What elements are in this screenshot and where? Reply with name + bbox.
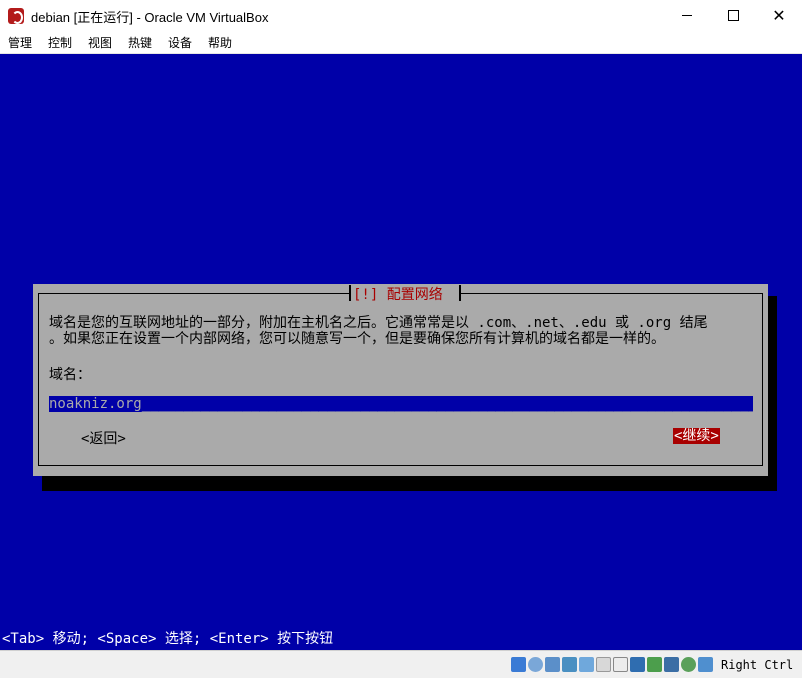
keyboard-help-line: <Tab> 移动; <Space> 选择; <Enter> 按下按钮 [2,631,334,647]
host-key-label: Right Ctrl [721,658,794,672]
domain-field-label: 域名： [49,367,91,383]
status-bar: Right Ctrl [0,650,802,678]
display-icon[interactable] [613,657,628,672]
shared-folder-icon[interactable] [596,657,611,672]
window-titlebar: debian [正在运行] - Oracle VM VirtualBox ✕ [0,0,802,31]
minimize-button[interactable] [664,0,710,31]
title-bracket-right [459,285,461,301]
optical-drive-icon[interactable] [528,657,543,672]
domain-input[interactable]: noakniz.org_____________________________… [49,396,753,412]
menu-manage[interactable]: 管理 [8,34,32,51]
menu-help[interactable]: 帮助 [208,34,232,51]
vm-status-icon[interactable] [647,657,662,672]
close-icon: ✕ [772,6,786,25]
vm-guest-screen[interactable]: [!] 配置网络 域名是您的互联网地址的一部分，附加在主机名之后。它通常常是以 … [0,54,802,650]
network-config-dialog: [!] 配置网络 域名是您的互联网地址的一部分，附加在主机名之后。它通常常是以 … [33,284,768,476]
back-button[interactable]: <返回> [81,428,126,448]
dialog-frame-top-left [38,293,349,294]
menu-view[interactable]: 视图 [88,34,112,51]
mouse-integration-icon[interactable] [698,657,713,672]
status-icons [511,657,713,672]
menu-devices[interactable]: 设备 [168,34,192,51]
continue-button[interactable]: <继续> [673,428,720,444]
input-underline-fill: ________________________________________… [141,396,753,412]
dialog-title: [!] 配置网络 [353,287,443,303]
description-line-2: 。如果您正在设置一个内部网络，您可以随意写一个，但是要确保您所有计算机的域名都是… [49,331,665,347]
maximize-icon [727,10,739,21]
minimize-icon [682,15,692,16]
maximize-button[interactable] [710,0,756,31]
description-line-1: 域名是您的互联网地址的一部分，附加在主机名之后。它通常常是以 .com、.net… [49,315,708,331]
close-button[interactable]: ✕ [756,0,802,31]
dialog-description: 域名是您的互联网地址的一部分，附加在主机名之后。它通常常是以 .com、.net… [49,315,759,347]
usb-icon[interactable] [579,657,594,672]
network-icon[interactable] [562,657,577,672]
virtualbox-debian-icon [8,8,24,24]
menu-bar: 管理 控制 视图 热键 设备 帮助 [0,31,802,54]
capture-icon[interactable] [630,657,645,672]
dialog-frame-top-right [461,293,762,294]
cpu-icon[interactable] [664,657,679,672]
window-title: debian [正在运行] - Oracle VM VirtualBox [31,10,269,25]
menu-control[interactable]: 控制 [48,34,72,51]
domain-input-value: noakniz.org [49,396,142,412]
keyboard-capture-icon[interactable] [681,657,696,672]
menu-hotkeys[interactable]: 热键 [128,34,152,51]
title-bracket-left [349,285,351,301]
storage-icon[interactable] [511,657,526,672]
audio-icon[interactable] [545,657,560,672]
